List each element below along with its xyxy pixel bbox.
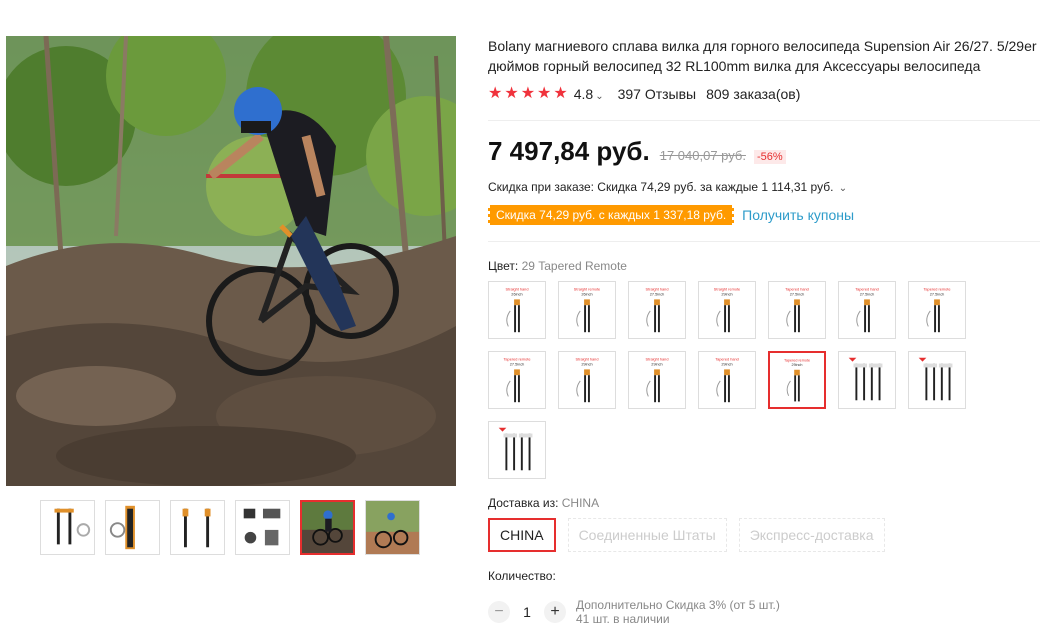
current-price: 7 497,84 руб.	[488, 136, 650, 166]
fork-closeup-image	[106, 501, 159, 554]
color-label: Цвет: 29 Tapered Remote	[488, 259, 627, 273]
fork-kit-image	[41, 501, 94, 554]
quantity-note: Дополнительно Скидка 3% (от 5 шт.) 41 шт…	[576, 598, 780, 626]
thumbnail-1[interactable]	[40, 500, 95, 555]
ship-option-usa[interactable]: Соединенные Штаты	[567, 518, 727, 552]
color-swatch-5[interactable]: Tapered hand 27.5inch	[768, 281, 826, 339]
rating-row: ★ ★ ★ ★ ★ 4.8 ⌄ 397 Отзывы 809 заказа(ов)	[488, 86, 801, 103]
stock-text: 41 шт. в наличии	[576, 612, 670, 626]
coupon-row: Скидка 74,29 руб. с каждых 1 337,18 руб.…	[486, 205, 854, 225]
ship-option-china[interactable]: CHINA	[488, 518, 556, 552]
coupon-tag: Скидка 74,29 руб. с каждых 1 337,18 руб.	[486, 205, 736, 225]
svg-text:Straight remote: Straight remote	[574, 288, 600, 292]
svg-text:27.5inch: 27.5inch	[510, 363, 525, 367]
biker-photo-image	[302, 502, 353, 553]
svg-text:Tapered hand: Tapered hand	[715, 358, 739, 362]
color-swatch-9[interactable]: Straight hand 29inch	[558, 351, 616, 409]
color-swatches: Straight hand 26inch Straight remote 26inch…	[488, 281, 978, 479]
svg-text:29inch: 29inch	[792, 363, 803, 367]
product-info: Bolany магниевого сплава вилка для горно…	[486, 36, 1048, 626]
thumbnail-5[interactable]	[300, 500, 355, 555]
divider	[488, 120, 1040, 121]
ship-option-express[interactable]: Экспресс-доставка	[738, 518, 885, 552]
svg-text:Tapered hand: Tapered hand	[785, 288, 809, 292]
svg-text:29inch: 29inch	[651, 363, 662, 367]
discount-badge: -56%	[753, 150, 786, 164]
color-swatch-1[interactable]: Straight hand 26inch	[488, 281, 546, 339]
quantity-label: Количество:	[488, 569, 556, 583]
quantity-stepper: − 1 + Дополнительно Скидка 3% (от 5 шт.)…	[488, 598, 780, 626]
svg-text:27.5inch: 27.5inch	[790, 293, 805, 297]
svg-text:Straight hand: Straight hand	[576, 358, 599, 362]
get-coupons-link[interactable]: Получить купоны	[742, 207, 854, 223]
divider	[488, 241, 1040, 242]
svg-text:29inch: 29inch	[721, 293, 732, 297]
order-discount[interactable]: Скидка при заказе: Скидка 74,29 руб. за …	[488, 180, 847, 194]
chevron-down-icon: ⌄	[595, 91, 604, 102]
rating-stars: ★ ★ ★ ★ ★	[488, 86, 568, 102]
reviews-count[interactable]: 397 Отзывы	[618, 86, 697, 102]
color-swatch-10[interactable]: Straight hand 29inch	[628, 351, 686, 409]
chevron-down-icon: ⌄	[838, 183, 848, 194]
fork-pair-image	[171, 501, 224, 554]
color-swatch-3[interactable]: Straight hand 27.5inch	[628, 281, 686, 339]
thumbnail-6[interactable]	[365, 500, 420, 555]
color-swatch-13[interactable]	[838, 351, 896, 409]
rating-value[interactable]: 4.8 ⌄	[574, 86, 604, 102]
svg-text:Tapered remote: Tapered remote	[923, 288, 950, 292]
color-swatch-12[interactable]: Tapered remote 29inch	[768, 351, 826, 409]
star-icon: ★	[488, 85, 503, 102]
star-icon: ★	[537, 85, 552, 102]
svg-text:Tapered remote: Tapered remote	[784, 358, 810, 362]
shipping-value: CHINA	[561, 496, 600, 510]
color-swatch-15[interactable]	[488, 421, 546, 479]
fork-parts-image	[236, 501, 289, 554]
shipping-options: CHINA Соединенные Штаты Экспресс-доставк…	[488, 518, 885, 552]
color-swatch-2[interactable]: Straight remote 26inch	[558, 281, 616, 339]
svg-text:26inch: 26inch	[581, 293, 592, 297]
thumbnail-strip	[40, 500, 420, 555]
svg-text:Tapered hand: Tapered hand	[855, 288, 879, 292]
svg-text:29inch: 29inch	[721, 363, 732, 367]
orders-count: 809 заказа(ов)	[706, 86, 801, 102]
increase-button[interactable]: +	[544, 601, 566, 623]
svg-text:27.5inch: 27.5inch	[860, 293, 875, 297]
svg-text:27.5inch: 27.5inch	[650, 293, 665, 297]
svg-text:26inch: 26inch	[511, 293, 522, 297]
star-icon: ★	[504, 85, 519, 102]
quantity-value[interactable]: 1	[510, 604, 544, 620]
product-title: Bolany магниевого сплава вилка для горно…	[488, 38, 1037, 74]
thumbnail-3[interactable]	[170, 500, 225, 555]
old-price: 17 040,07 руб.	[659, 148, 746, 163]
color-value: 29 Tapered Remote	[521, 259, 627, 273]
color-swatch-7[interactable]: Tapered remote 27.5inch	[908, 281, 966, 339]
star-icon: ★	[520, 85, 536, 102]
biker-photo-2-image	[366, 501, 419, 554]
color-swatch-8[interactable]: Tapered remote 27.5inch	[488, 351, 546, 409]
color-swatch-4[interactable]: Straight remote 29inch	[698, 281, 756, 339]
svg-text:Straight hand: Straight hand	[646, 358, 669, 362]
shipping-label: Доставка из: CHINA	[488, 496, 600, 510]
color-swatch-6[interactable]: Tapered hand 27.5inch	[838, 281, 896, 339]
thumbnail-2[interactable]	[105, 500, 160, 555]
svg-text:29inch: 29inch	[581, 363, 592, 367]
star-icon: ★	[553, 85, 568, 102]
color-swatch-11[interactable]: Tapered hand 29inch	[698, 351, 756, 409]
mountain-biker-photo	[6, 36, 456, 486]
main-product-image[interactable]	[6, 36, 456, 486]
price-row: 7 497,84 руб. 17 040,07 руб. -56%	[488, 136, 786, 167]
decrease-button[interactable]: −	[488, 601, 510, 623]
thumbnail-4[interactable]	[235, 500, 290, 555]
color-swatch-14[interactable]	[908, 351, 966, 409]
svg-text:Straight remote: Straight remote	[714, 288, 740, 292]
svg-text:Straight hand: Straight hand	[506, 288, 529, 292]
svg-text:Tapered remote: Tapered remote	[503, 358, 530, 362]
svg-text:27.5inch: 27.5inch	[930, 293, 945, 297]
svg-text:Straight hand: Straight hand	[646, 288, 669, 292]
